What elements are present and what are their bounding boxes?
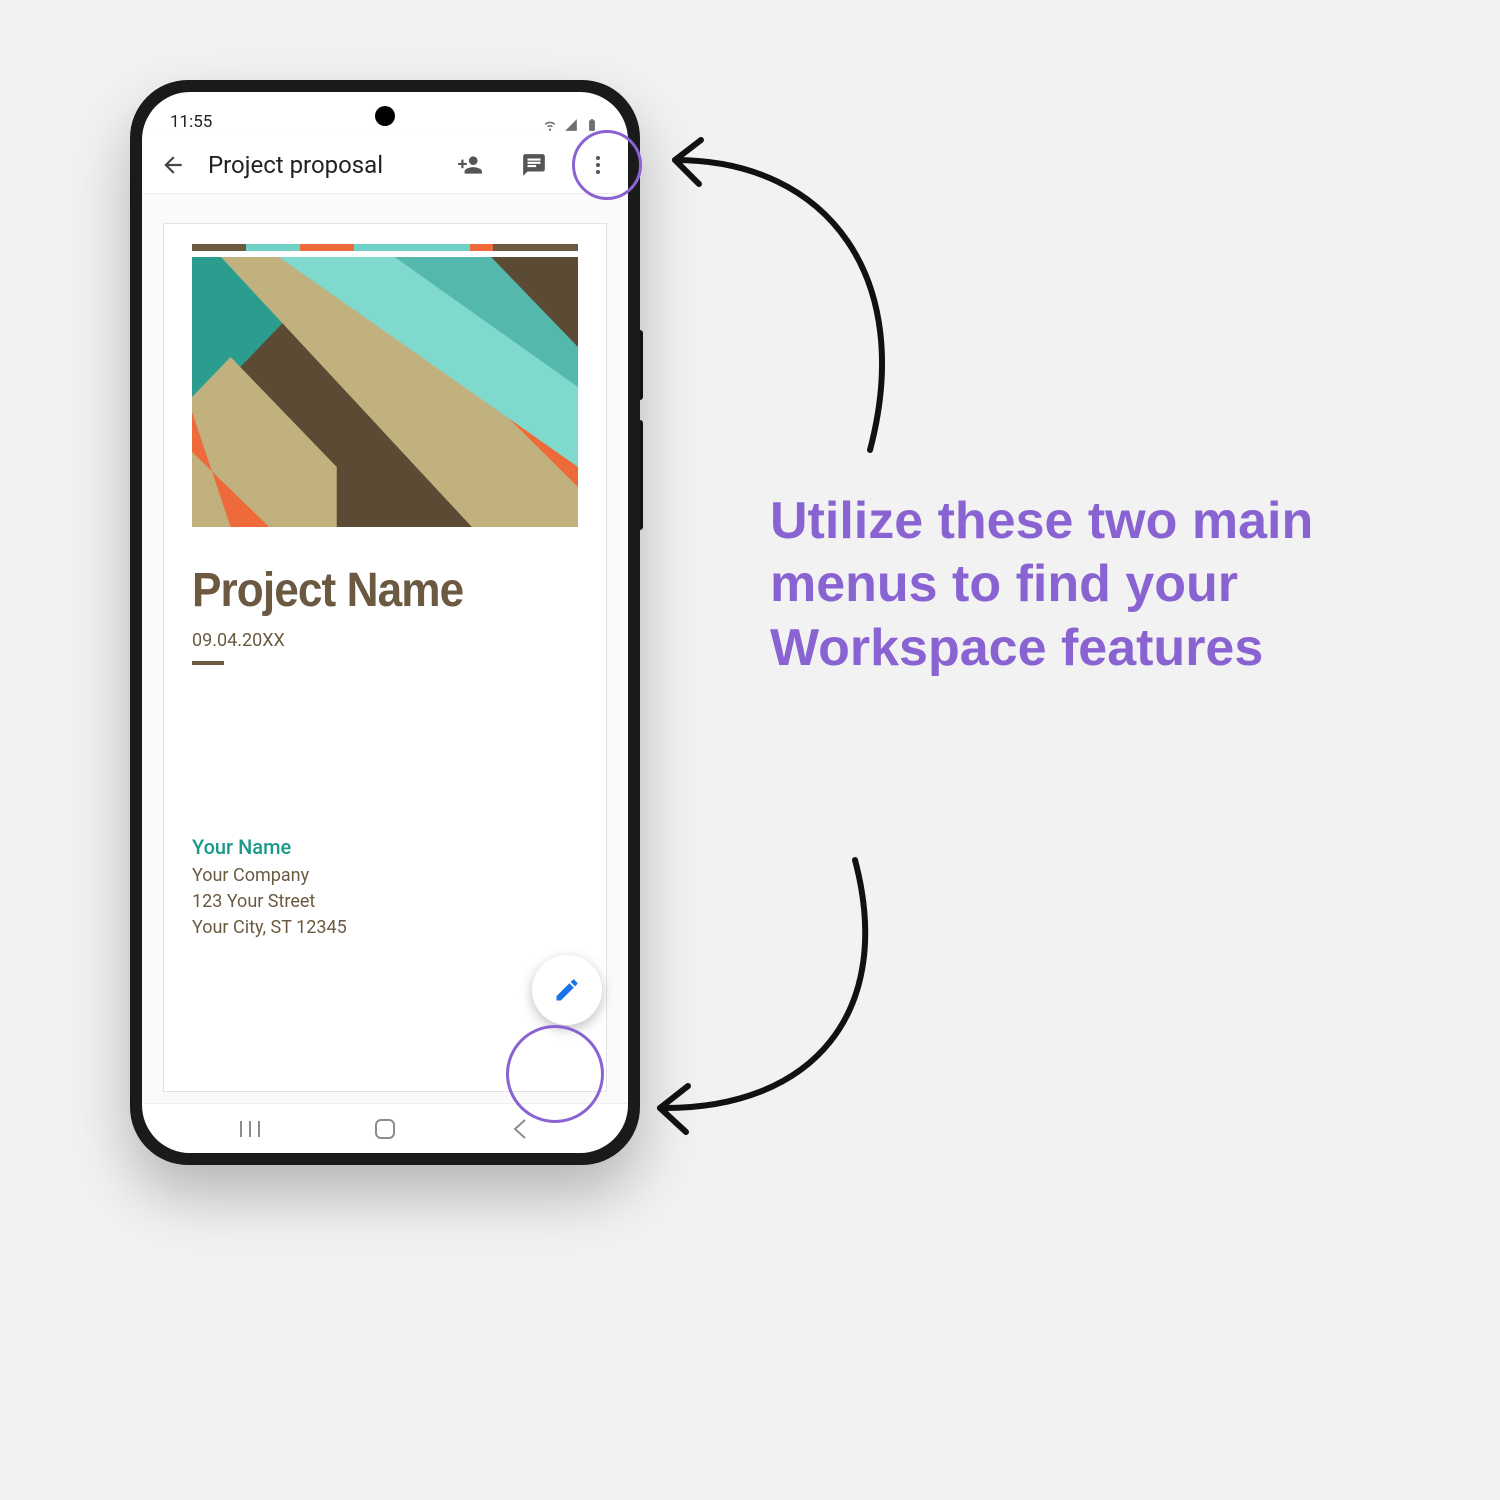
document-viewport[interactable]: Project Name 09.04.20XX Your Name Your C… [142, 194, 628, 1103]
wifi-icon [542, 118, 558, 132]
callout-arrow-bottom [620, 850, 920, 1150]
more-menu-button[interactable] [576, 143, 620, 187]
heading-underline [192, 661, 224, 665]
document-title-bar[interactable]: Project proposal [208, 151, 428, 179]
contact-name: Your Name [192, 835, 578, 859]
hero-graphic [192, 257, 578, 527]
annotation-text: Utilize these two main menus to find you… [770, 490, 1390, 680]
phone-mockup: 11:55 Project proposal [130, 80, 640, 1165]
edit-fab[interactable] [532, 955, 602, 1025]
battery-icon [584, 118, 600, 132]
pencil-icon [553, 976, 581, 1004]
accent-segment [354, 244, 470, 251]
callout-arrow-top [640, 130, 940, 460]
doc-date: 09.04.20XX [192, 630, 578, 651]
phone-screen: 11:55 Project proposal [142, 92, 628, 1153]
app-bar: Project proposal [142, 136, 628, 194]
doc-heading: Project Name [192, 563, 547, 618]
contact-street: 123 Your Street [192, 889, 578, 915]
comment-icon [521, 152, 547, 178]
more-vertical-icon [586, 153, 610, 177]
add-collaborator-button[interactable] [448, 143, 492, 187]
accent-segment [300, 244, 354, 251]
status-icons [542, 118, 600, 132]
back-arrow-icon [160, 152, 186, 178]
phone-camera-cutout [375, 106, 395, 126]
contact-block: Your Name Your Company 123 Your Street Y… [192, 835, 578, 941]
signal-icon [563, 118, 579, 132]
accent-segment [493, 244, 578, 251]
nav-back-icon [511, 1118, 529, 1140]
nav-recents-button[interactable] [237, 1116, 263, 1142]
nav-recents-icon [239, 1120, 261, 1138]
document-page: Project Name 09.04.20XX Your Name Your C… [164, 224, 606, 1091]
accent-segment [192, 244, 246, 251]
back-button[interactable] [158, 143, 188, 187]
nav-home-icon [374, 1118, 396, 1140]
comments-button[interactable] [512, 143, 556, 187]
nav-home-button[interactable] [372, 1116, 398, 1142]
add-person-icon [457, 152, 483, 178]
android-nav-bar [142, 1103, 628, 1153]
accent-bar [192, 244, 578, 251]
nav-back-button[interactable] [507, 1116, 533, 1142]
contact-company: Your Company [192, 863, 578, 889]
accent-segment [246, 244, 300, 251]
status-time: 11:55 [170, 112, 212, 132]
contact-city: Your City, ST 12345 [192, 915, 578, 941]
accent-segment [470, 244, 493, 251]
